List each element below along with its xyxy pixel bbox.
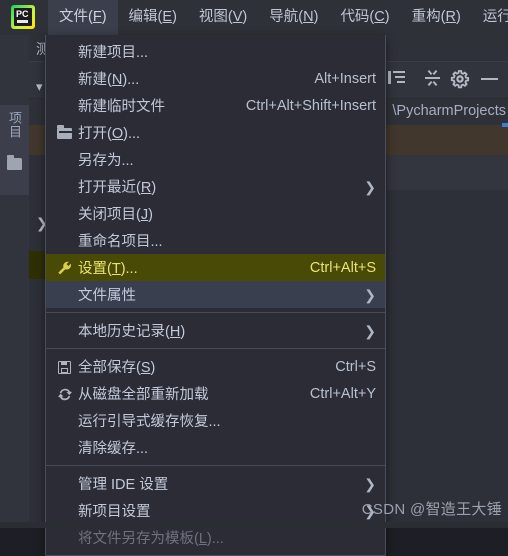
menu-item-20: 将文件另存为模板(L)... (46, 524, 385, 551)
menu-item-label: 设置(T)... (78, 261, 138, 277)
menu-item-14[interactable]: 从磁盘全部重新加载 Ctrl+Alt+Y (46, 380, 385, 407)
menubar-item-2[interactable]: 视图(V) (188, 0, 258, 35)
menu-item-label: 关闭项目(J) (78, 207, 153, 223)
menubar-item-label: 文件(F) (59, 9, 107, 25)
menubar-item-label: 代码(C) (340, 9, 390, 25)
menu-item-label: 新建临时文件 (78, 99, 165, 115)
menu-item-19[interactable]: 新项目设置 ❯ (46, 497, 385, 524)
menu-item-label: 管理 IDE 设置 (78, 477, 169, 493)
menu-separator (46, 465, 385, 466)
menu-item-18[interactable]: 管理 IDE 设置 ❯ (46, 470, 385, 497)
menu-icon-slot (54, 439, 76, 457)
menu-item-label: 将文件另存为模板(L)... (78, 531, 224, 547)
status-bar (0, 522, 508, 528)
menu-item-shortcut: Ctrl+Alt+S (309, 259, 376, 276)
menu-item-4[interactable]: 另存为... (46, 146, 385, 173)
chevron-down-icon[interactable]: ▾ (36, 79, 43, 95)
menubar-item-3[interactable]: 导航(N) (258, 0, 329, 35)
menu-icon-slot (54, 70, 76, 88)
pycharm-logo-text: PC (16, 9, 29, 19)
menu-icon-slot (54, 475, 76, 493)
menubar-item-4[interactable]: 代码(C) (329, 0, 400, 35)
menu-icon-slot (54, 286, 76, 304)
menu-item-shortcut: Ctrl+Alt+Shift+Insert (245, 97, 376, 114)
chevron-right-icon: ❯ (364, 475, 376, 492)
menubar-item-0[interactable]: 文件(F) (48, 0, 118, 35)
menubar-item-5[interactable]: 重构(R) (401, 0, 472, 35)
menu-item-label: 新建项目... (78, 45, 149, 61)
expand-all-icon[interactable] (388, 69, 408, 89)
menu-bar: 文件(F) 编辑(E) 视图(V) 导航(N) 代码(C) 重构(R) 运行(U) (48, 0, 508, 35)
menu-item-15[interactable]: 运行引导式缓存恢复... (46, 407, 385, 434)
left-tool-strip: 项目 (0, 35, 29, 528)
menu-item-label: 另存为... (78, 153, 134, 169)
menu-separator (46, 348, 385, 349)
menu-item-1[interactable]: 新建(N)... Alt+Insert (46, 65, 385, 92)
menu-item-3[interactable]: 打开(O)... (46, 119, 385, 146)
menubar-item-label: 导航(N) (269, 9, 319, 25)
menu-item-label: 打开最近(R) (78, 180, 157, 196)
gear-glyph (450, 70, 470, 89)
chevron-right-icon: ❯ (364, 286, 376, 303)
pycharm-logo-icon: PC (11, 5, 35, 29)
menu-item-label: 打开(O)... (78, 126, 141, 142)
menubar-item-label: 重构(R) (411, 9, 461, 25)
menu-item-label: 运行引导式缓存恢复... (78, 414, 221, 430)
menu-item-label: 文件属性 (78, 288, 136, 304)
menu-item-shortcut: Ctrl+S (335, 358, 376, 375)
watermark-text: CSDN @智造王大锤 (361, 501, 502, 518)
file-menu-dropdown: 新建项目... 新建(N)... Alt+Insert 新建临时文件 Ctrl+Alt+… (45, 35, 386, 556)
menu-item-5[interactable]: 打开最近(R) ❯ (46, 173, 385, 200)
menu-item-label: 重命名项目... (78, 234, 163, 250)
menu-item-9[interactable]: 文件属性 ❯ (46, 281, 385, 308)
project-path-label: \PycharmProjects (392, 103, 506, 119)
menubar-item-6[interactable]: 运行(U) (472, 0, 508, 35)
menu-icon-slot (54, 322, 76, 340)
menu-icon-slot (54, 151, 76, 169)
menu-icon-slot (54, 43, 76, 61)
menu-icon-slot (54, 529, 76, 547)
menubar-item-1[interactable]: 编辑(E) (118, 0, 188, 35)
menu-icon-slot (54, 232, 76, 250)
folder-icon (54, 124, 76, 142)
menu-item-shortcut: Alt+Insert (314, 70, 376, 87)
menu-icon-slot (54, 97, 76, 115)
menu-item-0[interactable]: 新建项目... (46, 38, 385, 65)
menubar-item-label: 运行(U) (482, 9, 508, 25)
menu-item-label: 清除缓存... (78, 441, 149, 457)
menu-icon-slot (54, 502, 76, 520)
sidebar-item-project-label: 项目 (7, 111, 22, 139)
menu-item-11[interactable]: 本地历史记录(H) ❯ (46, 317, 385, 344)
menu-item-label: 全部保存(S) (78, 360, 156, 376)
menubar-item-label: 视图(V) (198, 9, 248, 25)
menu-icon-slot (54, 205, 76, 223)
collapse-all-icon[interactable] (423, 69, 443, 89)
menu-item-16[interactable]: 清除缓存... (46, 434, 385, 461)
menu-item-2[interactable]: 新建临时文件 Ctrl+Alt+Shift+Insert (46, 92, 385, 119)
menu-item-8[interactable]: 设置(T)... Ctrl+Alt+S (46, 254, 385, 281)
menu-item-label: 从磁盘全部重新加载 (78, 387, 209, 403)
menu-item-shortcut: Ctrl+Alt+Y (309, 385, 376, 402)
menu-item-label: 本地历史记录(H) (78, 324, 186, 340)
menu-item-label: 新建(N)... (78, 72, 140, 88)
chevron-right-icon: ❯ (364, 178, 376, 195)
selection-marker (502, 123, 508, 127)
menu-item-13[interactable]: 全部保存(S) Ctrl+S (46, 353, 385, 380)
chevron-right-icon: ❯ (364, 322, 376, 339)
folder-icon (7, 155, 22, 170)
editor-strip (387, 155, 508, 190)
menu-separator (46, 312, 385, 313)
menu-item-7[interactable]: 重命名项目... (46, 227, 385, 254)
ide-background: 测试项 \PycharmProjects ▾ ❯ 项目 PC (0, 0, 508, 556)
minimize-icon[interactable] (480, 69, 500, 89)
reload-icon (54, 385, 76, 403)
save-icon (54, 358, 76, 376)
menu-item-6[interactable]: 关闭项目(J) (46, 200, 385, 227)
menu-icon-slot (54, 412, 76, 430)
menubar-item-label: 编辑(E) (128, 9, 177, 25)
gear-icon[interactable] (450, 69, 470, 89)
menu-item-label: 新项目设置 (78, 504, 151, 520)
wrench-icon (54, 259, 76, 277)
menu-icon-slot (54, 178, 76, 196)
